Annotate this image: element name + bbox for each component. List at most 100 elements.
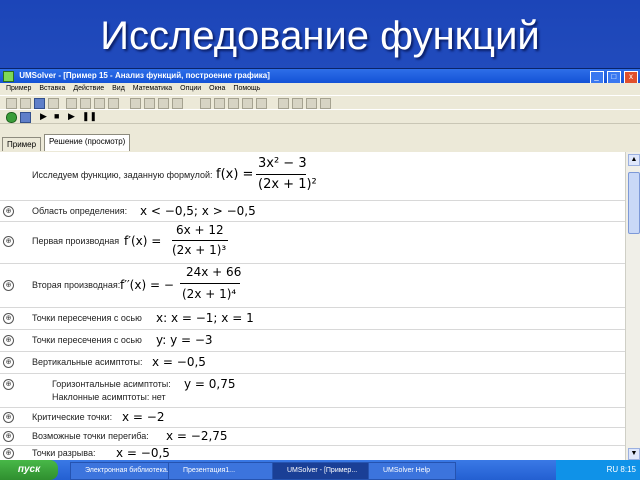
vertical-asymptotes-value: x = −0,5 bbox=[152, 355, 206, 369]
equal-icon[interactable] bbox=[320, 98, 331, 109]
window-controls: _ □ x bbox=[589, 70, 638, 84]
fx-denominator: (2x + 1)² bbox=[258, 177, 317, 192]
intro-label: Исследуем функцию, заданную формулой: bbox=[32, 170, 213, 180]
vertical-asymptotes-label: Вертикальные асимптоты: bbox=[32, 357, 143, 367]
stop-icon[interactable]: ■ bbox=[54, 112, 63, 121]
second-derivative-label: Вторая производная: bbox=[32, 280, 121, 290]
vertical-scrollbar[interactable]: ▲ ▼ bbox=[625, 152, 640, 461]
menu-item-windows[interactable]: Окна bbox=[209, 85, 225, 92]
divider bbox=[0, 200, 626, 201]
menu-item-example[interactable]: Пример bbox=[6, 85, 31, 92]
run-icon[interactable] bbox=[6, 112, 17, 123]
critical-points-row: ⊕ Критические точки: x = −2 bbox=[0, 408, 626, 426]
slide-title: Исследование функций bbox=[100, 14, 540, 58]
expand-icon[interactable]: ⊕ bbox=[3, 206, 14, 217]
divide-icon[interactable] bbox=[256, 98, 267, 109]
delete-icon[interactable] bbox=[108, 98, 119, 109]
menu-bar: Пример Вставка Действие Вид Математика О… bbox=[0, 83, 640, 95]
x-intercepts-row: ⊕ Точки пересечения с осью x: x = −1; x … bbox=[0, 308, 626, 328]
y-intercept-label: Точки пересечения с осью bbox=[32, 335, 142, 345]
print-icon[interactable] bbox=[48, 98, 59, 109]
minus-icon[interactable] bbox=[214, 98, 225, 109]
expand-icon[interactable]: ⊕ bbox=[3, 379, 14, 390]
inflection-points-label: Возможные точки перегиба: bbox=[32, 431, 149, 441]
critical-points-value: x = −2 bbox=[122, 410, 165, 424]
format-icon[interactable] bbox=[130, 98, 141, 109]
expand-icon[interactable]: ⊕ bbox=[3, 236, 14, 247]
redo-icon[interactable] bbox=[292, 98, 303, 109]
window-title: UMSolver - [Пример 15 - Анализ функций, … bbox=[19, 71, 270, 80]
align-icon[interactable] bbox=[144, 98, 155, 109]
taskbar: пуск Электронная библиотека... Презентац… bbox=[0, 460, 640, 480]
menu-item-action[interactable]: Действие bbox=[73, 85, 104, 92]
task-presentation[interactable]: Презентация1... bbox=[168, 462, 276, 480]
tab-solution[interactable]: Решение (просмотр) bbox=[44, 134, 131, 151]
open-file-icon[interactable] bbox=[20, 98, 31, 109]
discontinuity-points-label: Точки разрыва: bbox=[32, 448, 96, 458]
domain-row: ⊕ Область определения: x < −0,5; x > −0,… bbox=[0, 202, 626, 220]
play-icon[interactable]: ▶ bbox=[40, 112, 49, 121]
arrow-icon[interactable] bbox=[200, 98, 211, 109]
first-derivative-fx: f′(x) = bbox=[124, 234, 162, 248]
pause-icon[interactable]: ❚❚ bbox=[82, 112, 97, 121]
fx-label: f(x) = bbox=[216, 167, 254, 182]
first-derivative-fraction-bar bbox=[172, 240, 228, 241]
scroll-thumb[interactable] bbox=[628, 172, 640, 234]
fx-numerator: 3x² − 3 bbox=[258, 156, 307, 171]
expand-icon[interactable]: ⊕ bbox=[3, 280, 14, 291]
window-titlebar[interactable]: UMSolver - [Пример 15 - Анализ функций, … bbox=[0, 69, 640, 84]
tab-bar: Пример Решение (просмотр) bbox=[0, 124, 640, 152]
horizontal-asymptotes-value: y = 0,75 bbox=[184, 377, 236, 391]
tab-example[interactable]: Пример bbox=[2, 137, 42, 151]
copy-icon[interactable] bbox=[80, 98, 91, 109]
new-file-icon[interactable] bbox=[6, 98, 17, 109]
times-icon[interactable] bbox=[242, 98, 253, 109]
y-intercept-value: y: y = −3 bbox=[156, 333, 213, 347]
expand-icon[interactable]: ⊕ bbox=[3, 313, 14, 324]
x-intercepts-value: x: x = −1; x = 1 bbox=[156, 311, 254, 325]
critical-points-label: Критические точки: bbox=[32, 412, 113, 422]
dot-icon[interactable] bbox=[228, 98, 239, 109]
inflection-points-value: x = −2,75 bbox=[166, 429, 228, 443]
menu-item-math[interactable]: Математика bbox=[133, 85, 172, 92]
task-library[interactable]: Электронная библиотека... bbox=[70, 462, 172, 480]
first-derivative-label: Первая производная bbox=[32, 236, 120, 246]
scroll-up-icon[interactable]: ▲ bbox=[628, 154, 640, 166]
menu-item-help[interactable]: Помощь bbox=[233, 85, 260, 92]
paste-icon[interactable] bbox=[94, 98, 105, 109]
toolbar-main bbox=[0, 95, 640, 110]
menu-item-insert[interactable]: Вставка bbox=[39, 85, 65, 92]
expand-icon[interactable]: ⊕ bbox=[3, 357, 14, 368]
step-icon[interactable]: ▶ bbox=[68, 112, 77, 121]
undo-icon[interactable] bbox=[278, 98, 289, 109]
cut-icon[interactable] bbox=[66, 98, 77, 109]
scroll-down-icon[interactable]: ▼ bbox=[628, 448, 640, 460]
function-definition: Исследуем функцию, заданную формулой: f(… bbox=[0, 154, 626, 196]
expand-icon[interactable]: ⊕ bbox=[3, 412, 14, 423]
solve-icon[interactable] bbox=[20, 112, 31, 123]
discontinuity-points-row: ⊕ Точки разрыва: x = −0,5 bbox=[0, 446, 626, 461]
expand-icon[interactable]: ⊕ bbox=[3, 335, 14, 346]
second-derivative-row: ⊕ Вторая производная: f′′(x) = − 24x + 6… bbox=[0, 264, 626, 306]
inflection-points-row: ⊕ Возможные точки перегиба: x = −2,75 bbox=[0, 428, 626, 444]
inclined-asymptotes-label: Наклонные асимптоты: нет bbox=[52, 392, 166, 402]
solution-view: Исследуем функцию, заданную формулой: f(… bbox=[0, 152, 626, 461]
word-export-icon[interactable] bbox=[34, 98, 45, 109]
second-derivative-fx: f′′(x) = − bbox=[120, 278, 174, 292]
task-umsolver[interactable]: UMSolver - [Пример... bbox=[272, 462, 376, 480]
discontinuity-points-value: x = −0,5 bbox=[116, 446, 170, 460]
sigma-icon[interactable] bbox=[306, 98, 317, 109]
menu-item-view[interactable]: Вид bbox=[112, 85, 125, 92]
horizontal-asymptotes-row: ⊕ Горизонтальные асимптоты: y = 0,75 Нак… bbox=[0, 374, 626, 406]
menu-item-options[interactable]: Опции bbox=[180, 85, 201, 92]
first-derivative-numerator: 6x + 12 bbox=[176, 223, 224, 237]
start-button[interactable]: пуск bbox=[0, 460, 58, 480]
y-intercept-row: ⊕ Точки пересечения с осью y: y = −3 bbox=[0, 330, 626, 350]
expand-icon[interactable]: ⊕ bbox=[3, 448, 14, 459]
matrix-icon[interactable] bbox=[172, 98, 183, 109]
expand-icon[interactable]: ⊕ bbox=[3, 431, 14, 442]
bracket-icon[interactable] bbox=[158, 98, 169, 109]
x-intercepts-label: Точки пересечения с осью bbox=[32, 313, 142, 323]
second-derivative-denominator: (2x + 1)⁴ bbox=[182, 287, 237, 301]
task-umsolver-help[interactable]: UMSolver Help bbox=[368, 462, 456, 480]
